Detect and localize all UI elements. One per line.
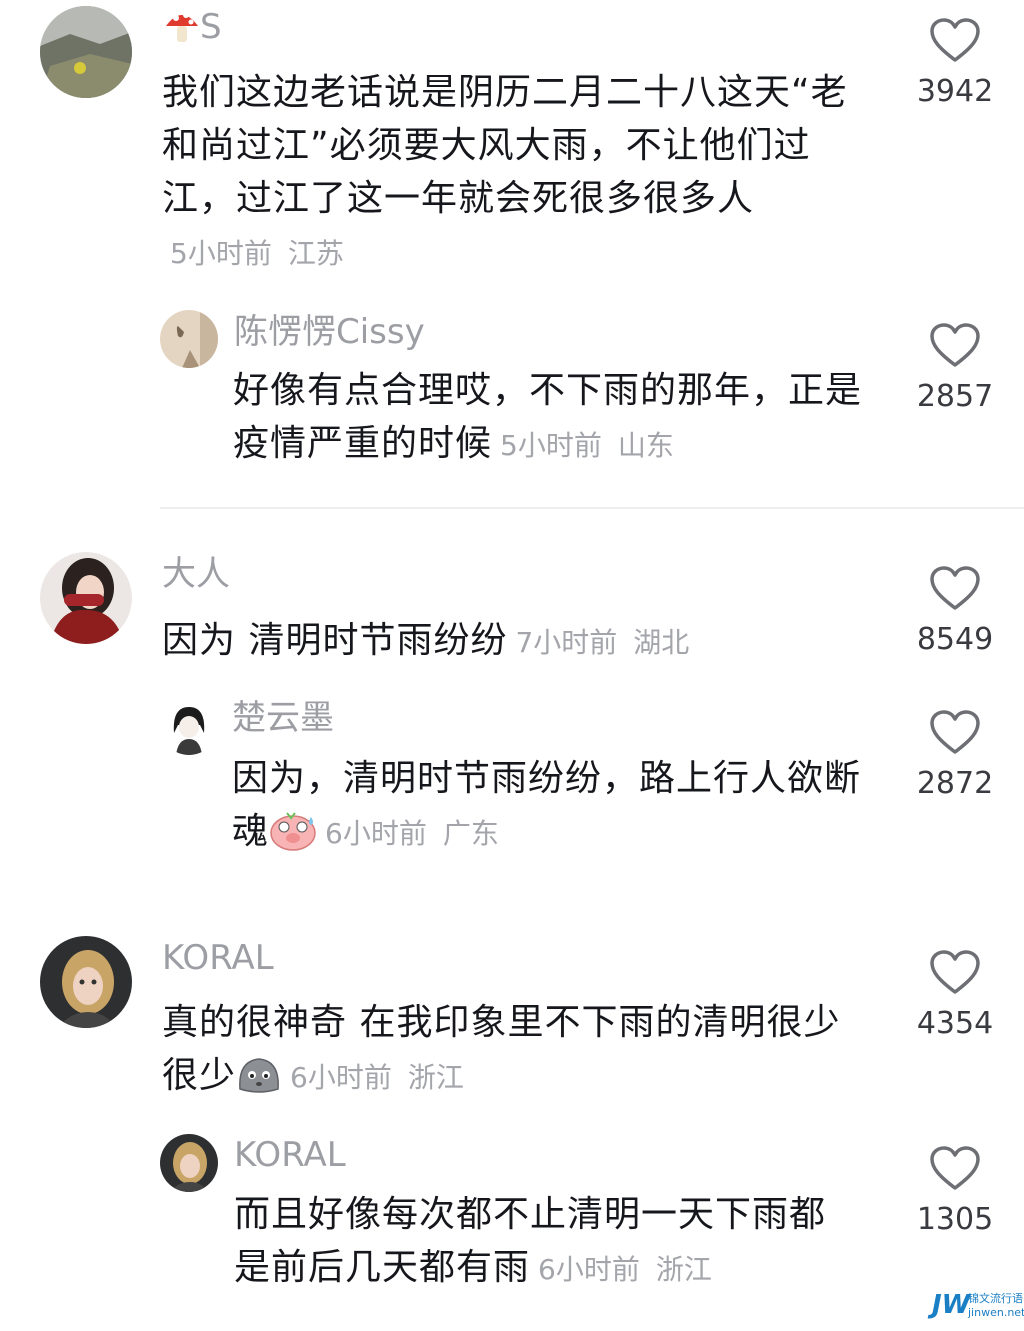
comment-username[interactable]: KORAL	[162, 938, 274, 978]
comment-location: 湖北	[633, 626, 690, 659]
reply-username[interactable]: 陈愣愣Cissy	[234, 312, 425, 352]
like-button[interactable]: 2872	[905, 710, 1005, 802]
reply-location: 广东	[442, 817, 499, 850]
reply-avatar[interactable]	[160, 1134, 218, 1192]
like-button[interactable]: 1305	[905, 1146, 1005, 1238]
gray-blob-emoji	[239, 1058, 279, 1093]
watermark-logo: JW	[932, 1290, 971, 1320]
reply-avatar[interactable]	[160, 310, 218, 368]
comment-body[interactable]: 我们这边老话说是阴历二月二十八这天“老和尚过江”必须要大风大雨，不让他们过江，过…	[162, 66, 862, 280]
butterfly-shadow-avatar-icon	[160, 310, 218, 368]
doll-avatar-icon	[40, 936, 132, 1028]
comment-location: 浙江	[407, 1061, 464, 1094]
landscape-avatar-icon	[40, 6, 132, 98]
comment-time: 6小时前	[290, 1061, 392, 1094]
watermark-line2: jinwen.net	[968, 1306, 1024, 1319]
comment-meta: 7小时前 湖北	[515, 626, 689, 659]
comment-meta: 6小时前 浙江	[290, 1061, 464, 1094]
like-button[interactable]: 2857	[905, 323, 1005, 415]
like-button[interactable]: 8549	[905, 566, 1005, 658]
user-avatar[interactable]	[40, 936, 132, 1028]
reply-username[interactable]: 楚云墨	[232, 698, 334, 738]
reply-meta: 5小时前 山东	[500, 429, 674, 462]
heart-icon	[930, 323, 980, 367]
reply-meta: 6小时前 广东	[325, 817, 499, 850]
reply-body[interactable]: 而且好像每次都不止清明一天下雨都是前后几天都有雨 6小时前 浙江	[234, 1188, 854, 1296]
comment-text: 因为 清明时节雨纷纷	[162, 620, 508, 661]
reply-meta: 6小时前 浙江	[538, 1253, 712, 1286]
like-count: 8549	[916, 622, 994, 657]
reply-body[interactable]: 因为，清明时节雨纷纷，路上行人欲断魂 6小时前 广东	[232, 752, 872, 860]
reply-time: 6小时前	[538, 1253, 640, 1286]
username-text: S	[200, 7, 222, 47]
reply-location: 山东	[617, 429, 674, 462]
comment-body[interactable]: 真的很神奇 在我印象里不下雨的清明很少很少 6小时前 浙江	[162, 996, 862, 1104]
reply-body[interactable]: 好像有点合理哎，不下雨的那年，正是疫情严重的时候 5小时前 山东	[233, 364, 883, 472]
mushroom-icon	[166, 12, 198, 42]
comment-time: 7小时前	[515, 626, 618, 659]
reply-time: 5小时前	[500, 429, 602, 462]
heart-icon	[930, 18, 980, 62]
like-count: 4354	[916, 1006, 994, 1041]
comment-location: 江苏	[287, 237, 344, 270]
user-avatar[interactable]	[40, 6, 132, 98]
reply-location: 浙江	[655, 1253, 712, 1286]
comment-username[interactable]: 大人	[162, 554, 230, 594]
like-button[interactable]: 3942	[905, 18, 1005, 110]
reply-time: 6小时前	[325, 817, 427, 850]
reply-username[interactable]: KORAL	[234, 1135, 346, 1175]
reply-text: 而且好像每次都不止清明一天下雨都是前后几天都有雨	[234, 1194, 827, 1288]
like-count: 2872	[916, 766, 994, 801]
anime-girl-avatar-icon	[160, 697, 218, 755]
watermark-line1: 锦文流行语	[968, 1292, 1023, 1305]
pig-sweat-emoji	[270, 812, 316, 851]
doll-avatar-icon	[160, 1134, 218, 1192]
reply-avatar[interactable]	[160, 697, 218, 755]
watermark: JW 锦文流行语 jinwen.net	[932, 1286, 1024, 1330]
comment-body[interactable]: 因为 清明时节雨纷纷 7小时前 湖北	[162, 614, 882, 669]
like-button[interactable]: 4354	[905, 950, 1005, 1042]
heart-icon	[930, 710, 980, 754]
like-count: 1305	[916, 1202, 994, 1237]
comment-time: 5小时前	[170, 237, 272, 270]
comment-meta: 5小时前 江苏	[170, 237, 344, 270]
heart-icon	[930, 566, 980, 610]
user-avatar[interactable]	[40, 552, 132, 644]
heart-icon	[930, 1146, 980, 1190]
comment-divider	[160, 507, 1024, 509]
heart-icon	[930, 950, 980, 994]
woman-red-sweater-avatar-icon	[40, 552, 132, 644]
comment-username[interactable]: S	[164, 6, 222, 47]
comment-text: 我们这边老话说是阴历二月二十八这天“老和尚过江”必须要大风大雨，不让他们过江，过…	[162, 72, 848, 219]
like-count: 2857	[916, 379, 994, 414]
like-count: 3942	[916, 74, 994, 109]
